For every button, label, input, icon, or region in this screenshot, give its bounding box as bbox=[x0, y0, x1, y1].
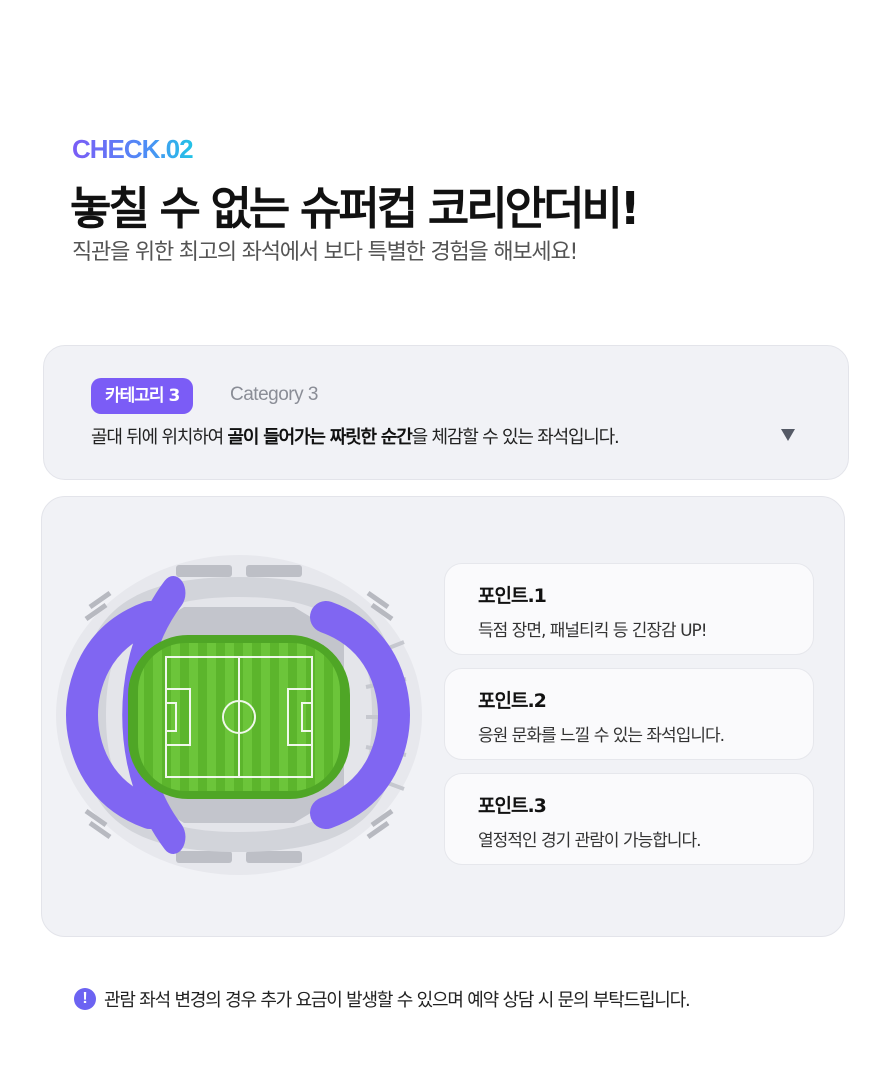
alert-icon: ! bbox=[74, 988, 96, 1010]
point-text: 열정적인 경기 관람이 가능합니다. bbox=[478, 831, 702, 851]
category-desc-text: 골대 뒤에 위치하여 bbox=[91, 427, 228, 448]
point-text: 득점 장면, 패널티킥 등 긴장감 UP! bbox=[478, 621, 708, 641]
notice-text: 관람 좌석 변경의 경우 추가 요금이 발생할 수 있으며 예약 상담 시 문의… bbox=[104, 990, 691, 1011]
point-text: 응원 문화를 느낄 수 있는 좌석입니다. bbox=[478, 726, 725, 746]
category-desc-highlight: 골이 들어가는 짜릿한 순간 bbox=[227, 427, 412, 448]
category-selector[interactable]: 카테고리 3 Category 3 골대 뒤에 위치하여 골이 들어가는 짜릿한… bbox=[43, 345, 849, 480]
section-eyebrow: CHECK.02 bbox=[72, 134, 194, 164]
category-description: 골대 뒤에 위치하여 골이 들어가는 짜릿한 순간을 체감할 수 있는 좌석입니… bbox=[91, 423, 620, 449]
page-subtitle: 직관을 위한 최고의 좌석에서 보다 특별한 경험을 해보세요! bbox=[72, 240, 578, 265]
point-title: 포인트.3 bbox=[478, 795, 547, 817]
point-card-3: 포인트.3 열정적인 경기 관람이 가능합니다. bbox=[444, 773, 814, 865]
page-title: 놓칠 수 없는 슈퍼컵 코리안더비! bbox=[70, 182, 640, 235]
point-card-2: 포인트.2 응원 문화를 느낄 수 있는 좌석입니다. bbox=[444, 668, 814, 760]
point-card-1: 포인트.1 득점 장면, 패널티킥 등 긴장감 UP! bbox=[444, 563, 814, 655]
stadium-map bbox=[56, 555, 422, 875]
category-desc-text-end: 을 체감할 수 있는 좌석입니다. bbox=[411, 427, 620, 448]
category-english-label: Category 3 bbox=[230, 384, 318, 405]
notice-message: ! 관람 좌석 변경의 경우 추가 요금이 발생할 수 있으며 예약 상담 시 … bbox=[74, 986, 691, 1012]
seat-info-panel: 포인트.1 득점 장면, 패널티킥 등 긴장감 UP! 포인트.2 응원 문화를… bbox=[41, 496, 845, 937]
point-title: 포인트.2 bbox=[478, 690, 547, 712]
dropdown-toggle[interactable] bbox=[780, 428, 796, 442]
category-badge: 카테고리 3 bbox=[91, 378, 194, 414]
point-title: 포인트.1 bbox=[478, 585, 547, 607]
chevron-down-icon bbox=[781, 429, 795, 441]
